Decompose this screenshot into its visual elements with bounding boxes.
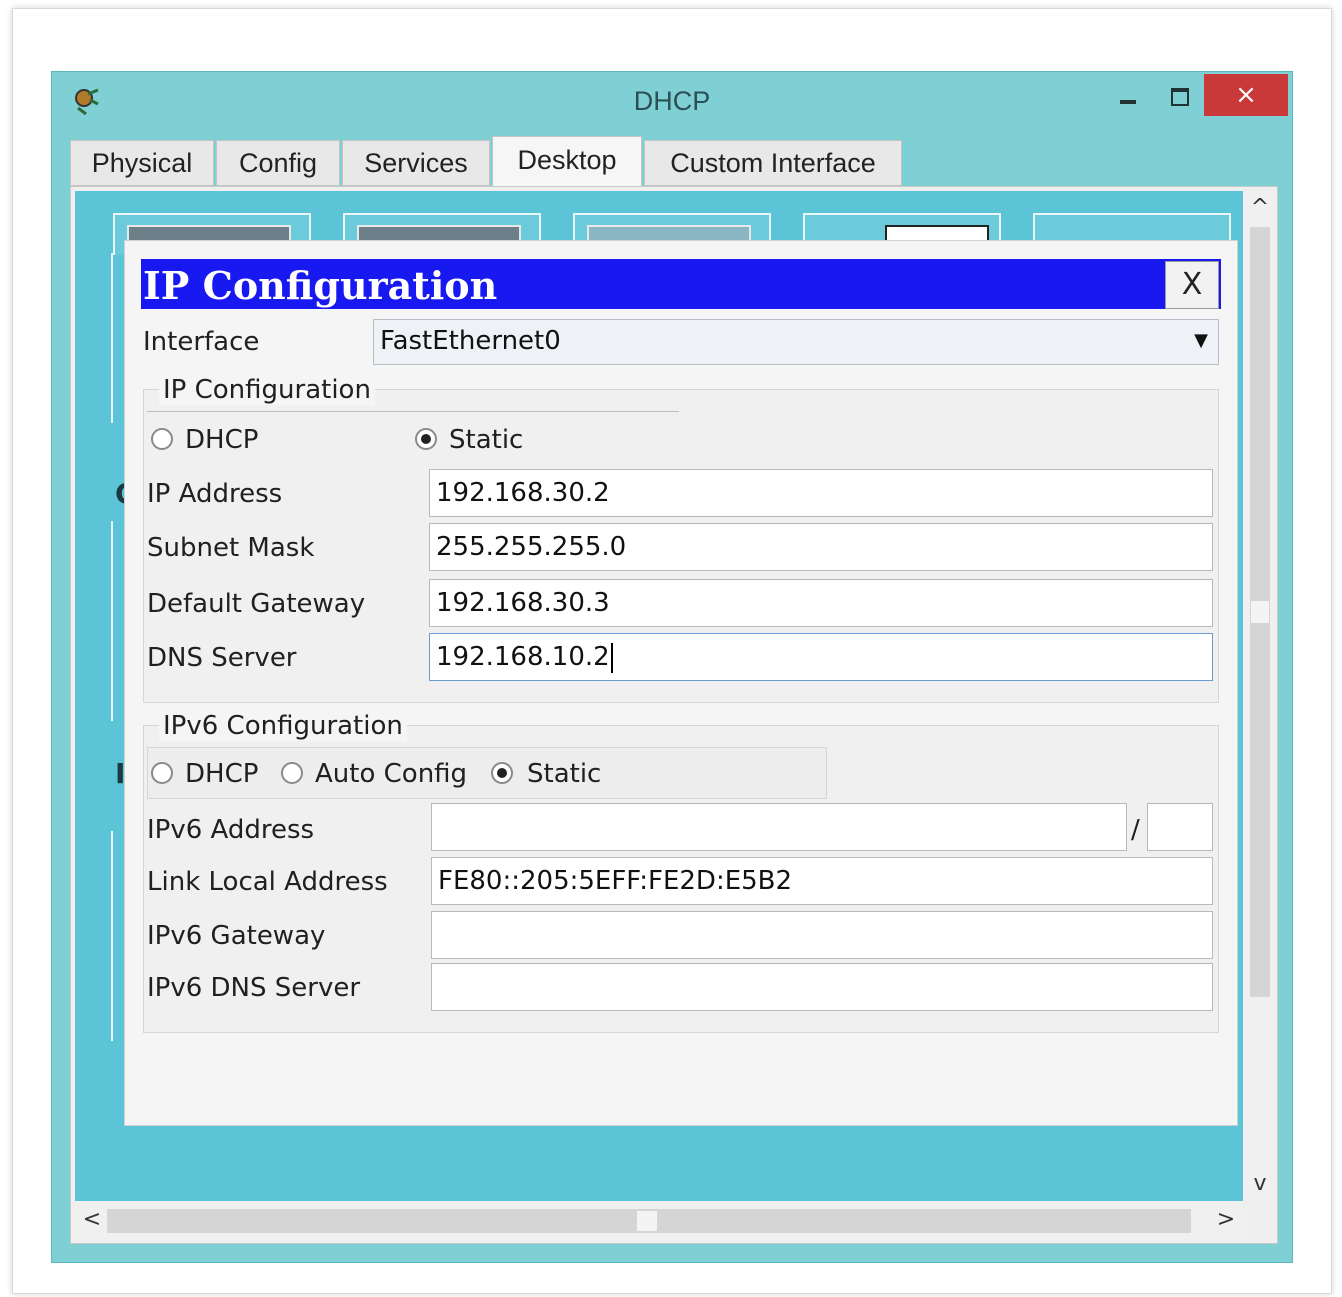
dns-server-value: 192.168.10.2 (436, 642, 613, 673)
scroll-thumb[interactable] (1251, 601, 1269, 623)
link-local-address-value: FE80::205:5EFF:FE2D:E5B2 (438, 866, 793, 896)
ip-configuration-dialog: IP Configuration X Interface FastEtherne… (124, 240, 1238, 1126)
tab-config[interactable]: Config (216, 140, 340, 186)
prefix-separator: / (1131, 815, 1140, 845)
ip-address-label: IP Address (147, 479, 283, 509)
scroll-left-icon[interactable]: < (79, 1205, 105, 1235)
ipv6-static-radio[interactable] (491, 762, 513, 784)
ipv6-dns-server-field[interactable] (431, 963, 1213, 1011)
ipv6-auto-config-radio[interactable] (281, 762, 303, 784)
interface-select[interactable]: FastEthernet0 ▼ (373, 319, 1219, 365)
dialog-title-bar: IP Configuration (141, 259, 1221, 309)
scroll-right-icon[interactable]: > (1213, 1205, 1239, 1235)
ipv6-address-label: IPv6 Address (147, 815, 315, 845)
tile-edge (111, 831, 123, 1041)
tab-custom-interface[interactable]: Custom Interface (644, 140, 902, 186)
default-gateway-field[interactable]: 192.168.30.3 (429, 579, 1213, 627)
scroll-up-icon[interactable]: ^ (1247, 193, 1273, 223)
ipv4-static-label[interactable]: Static (449, 425, 523, 455)
ipv6-dns-server-label: IPv6 DNS Server (147, 973, 361, 1003)
ipv4-dhcp-radio[interactable] (151, 428, 173, 450)
scroll-thumb[interactable] (637, 1211, 657, 1231)
ipv6-auto-config-label[interactable]: Auto Config (315, 759, 467, 789)
ipv6-dhcp-label[interactable]: DHCP (185, 759, 258, 789)
dns-server-text: 192.168.10.2 (436, 642, 610, 672)
link-local-address-label: Link Local Address (147, 867, 388, 897)
tile-edge (111, 253, 123, 423)
ip-address-value: 192.168.30.2 (436, 478, 610, 508)
window-close-button[interactable]: × (1204, 74, 1288, 116)
horizontal-scrollbar[interactable]: < > (75, 1203, 1243, 1239)
ipv6-prefix-field[interactable] (1147, 803, 1213, 851)
tab-desktop[interactable]: Desktop (492, 136, 642, 187)
ipv6-gateway-field[interactable] (431, 911, 1213, 959)
section-divider (147, 411, 679, 412)
dialog-close-button[interactable]: X (1165, 261, 1219, 309)
tab-services[interactable]: Services (342, 140, 490, 186)
interface-value: FastEthernet0 (380, 326, 561, 356)
subnet-mask-value: 255.255.255.0 (436, 532, 627, 562)
ipv6-address-field[interactable] (431, 803, 1127, 851)
minimize-button[interactable] (1110, 94, 1146, 120)
tab-physical[interactable]: Physical (70, 140, 214, 186)
title-bar[interactable]: DHCP × (52, 72, 1292, 134)
ipv6-section-label: IPv6 Configuration (159, 711, 407, 741)
ipv4-dhcp-label[interactable]: DHCP (185, 425, 258, 455)
ipv6-static-label[interactable]: Static (527, 759, 601, 789)
ip-address-field[interactable]: 192.168.30.2 (429, 469, 1213, 517)
default-gateway-value: 192.168.30.3 (436, 588, 610, 618)
dns-server-field[interactable]: 192.168.10.2 (429, 633, 1213, 681)
default-gateway-label: Default Gateway (147, 589, 366, 619)
maximize-button[interactable] (1162, 86, 1198, 112)
window-title: DHCP (633, 86, 711, 116)
scroll-down-icon[interactable]: v (1247, 1169, 1273, 1199)
ipv6-gateway-label: IPv6 Gateway (147, 921, 326, 951)
link-local-address-field[interactable]: FE80::205:5EFF:FE2D:E5B2 (431, 857, 1213, 905)
vertical-scrollbar[interactable]: ^ v (1247, 191, 1273, 1201)
interface-label: Interface (143, 327, 260, 357)
ipv6-dhcp-radio[interactable] (151, 762, 173, 784)
dropdown-arrow-icon: ▼ (1194, 330, 1208, 351)
text-caret (610, 642, 613, 673)
dns-server-label: DNS Server (147, 643, 297, 673)
tile-edge (111, 521, 123, 721)
dialog-title: IP Configuration (143, 263, 498, 308)
subnet-mask-field[interactable]: 255.255.255.0 (429, 523, 1213, 571)
ipv4-static-radio[interactable] (415, 428, 437, 450)
subnet-mask-label: Subnet Mask (147, 533, 315, 563)
ipv4-section-label: IP Configuration (159, 375, 375, 405)
